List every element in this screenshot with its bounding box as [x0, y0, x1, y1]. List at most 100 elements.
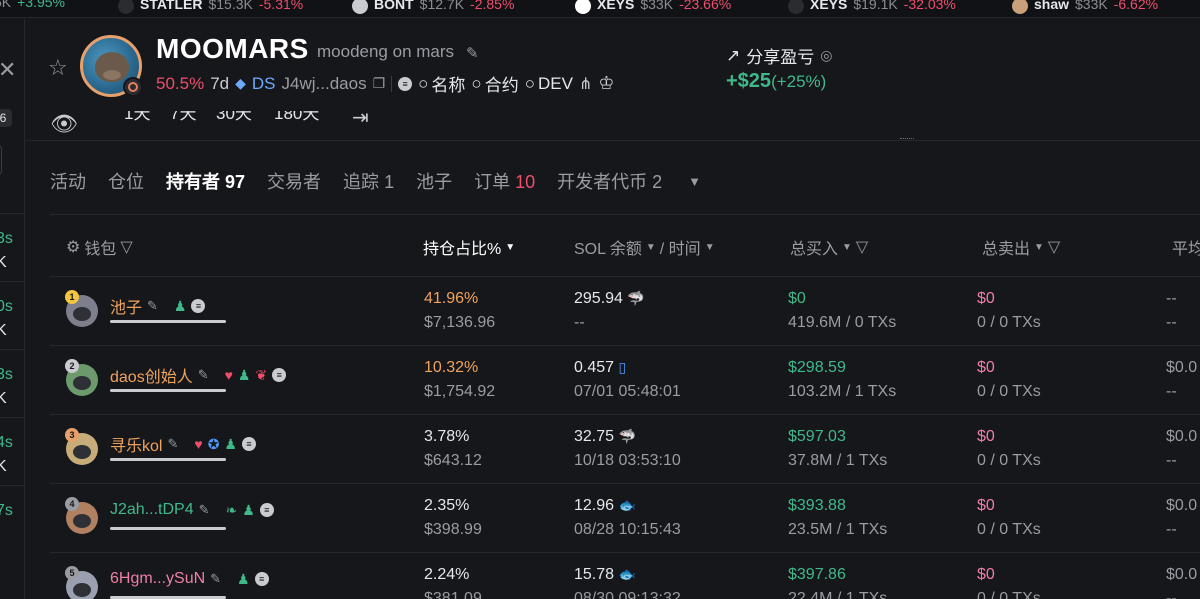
ticker-mcap: $15.3K — [208, 0, 253, 12]
wallet-label[interactable]: daos创始人 ✎ ♥ ♟ ❦ ≡ — [110, 363, 287, 387]
ticker-symbol: XEYS — [597, 0, 635, 12]
star-icon[interactable]: ☆ — [48, 55, 68, 81]
bought-detail: 37.8M / 1 TXs — [788, 452, 888, 469]
edit-pen-icon[interactable]: ✎ — [198, 367, 209, 383]
search-contract-link[interactable]: ○ 合约 — [471, 71, 518, 96]
ticker-item[interactable]: 5K +3.95% — [0, 0, 65, 10]
tab-6[interactable]: 订单 10 — [474, 168, 535, 194]
edit-pen-icon[interactable]: ✎ — [210, 571, 221, 587]
sidebar-watch-item[interactable]: 3sK — [0, 227, 13, 275]
ticker-item[interactable]: BONT $12.7K -2.85% — [352, 0, 514, 14]
edit-pen-icon[interactable]: ✎ — [147, 298, 158, 314]
ticker-symbol: XEYS — [810, 0, 848, 12]
filter-icon[interactable]: ▽ — [1048, 237, 1060, 257]
bought-detail: 103.2M / 1 TXs — [788, 383, 897, 400]
col-total-bought[interactable]: 总买入 ▼ ▽ — [790, 235, 868, 259]
sidebar-watch-item[interactable]: 0sK — [0, 295, 13, 343]
eye-icon[interactable]: ◎ — [820, 47, 832, 64]
table-row[interactable]: 4 J2ah...tDP4 ✎ ❧ ♟ ≡ 2.35% $398.99 12.96 🐟 08/28… — [50, 484, 1200, 553]
table-row[interactable]: 3 寻乐kol ✎ ♥ ✪ ♟ ≡ 3.78% $643.12 32.75 🦈 10/18 03:5… — [50, 415, 1200, 484]
holding-bar — [110, 320, 226, 323]
sidebar-watch-item[interactable]: 4sK — [0, 431, 13, 479]
table-row[interactable]: 5 6Hgm...ySuN ✎ ♟ ≡ 2.24% $381.09 15.78 🐟 08/30 … — [50, 553, 1200, 599]
search-dev-link[interactable]: ○ DEV — [525, 74, 573, 94]
edit-pen-icon[interactable]: ✎ — [466, 44, 479, 62]
heart-icon: ♥ — [194, 436, 203, 452]
tf-1d[interactable]: 1天 — [124, 111, 150, 124]
holding-pct: 2.35% — [424, 497, 470, 514]
copy-icon[interactable]: ❐ — [373, 75, 386, 92]
token-icon — [788, 0, 804, 14]
ticker-item[interactable]: XEYS $19.1K -32.03% — [788, 0, 956, 14]
ticker-item[interactable]: STATLER $15.3K -5.31% — [118, 0, 303, 14]
whale-icon: 🐟 — [618, 566, 636, 582]
last-time: -- — [574, 314, 585, 331]
tab-7[interactable]: 开发者代币 2 — [557, 168, 662, 194]
col-holding[interactable]: 持仓占比% ▼ — [423, 235, 515, 259]
tf-7d[interactable]: 7天 — [170, 111, 196, 124]
edit-pen-icon[interactable]: ✎ — [199, 502, 210, 518]
divider — [0, 213, 24, 214]
table-header: ⚙ 钱包 ▽ 持仓占比% ▼ SOL 余额 ▼ / 时间 ▼ 总买入 ▼ ▽ 总卖出 ▼ … — [50, 215, 1200, 277]
col-sol-balance[interactable]: SOL 余额 ▼ / 时间 ▼ — [574, 235, 715, 259]
share-nodes-icon[interactable]: ⋔ — [579, 74, 592, 94]
ticker-item[interactable]: XEYS $33K -23.66% — [575, 0, 731, 14]
crown-icon[interactable]: ♔ — [598, 73, 614, 94]
search-icon: ○ — [471, 73, 482, 93]
tab-0[interactable]: 活动 — [50, 168, 86, 194]
total-sold: $0 — [977, 290, 995, 307]
ticker-symbol: BONT — [374, 0, 414, 12]
share-pnl-button[interactable]: ↗ 分享盈亏 ◎ — [726, 43, 832, 68]
col-total-sold[interactable]: 总卖出 ▼ ▽ — [982, 235, 1060, 259]
resize-handle[interactable] — [900, 138, 914, 141]
contract-address[interactable]: J4wj...daos — [282, 74, 367, 94]
filter-icon[interactable]: ▽ — [120, 237, 132, 257]
sidebar-watch-item[interactable]: 3sK — [0, 363, 13, 411]
col-average[interactable]: 平均 — [1172, 235, 1200, 259]
edit-pen-icon[interactable]: ✎ — [167, 436, 178, 452]
divider — [0, 485, 24, 486]
search-name-link[interactable]: ○ 名称 — [418, 71, 465, 96]
sort-caret-icon: ▼ — [704, 241, 715, 253]
col-wallet[interactable]: ⚙ 钱包 ▽ — [66, 235, 133, 259]
sidebar-watch-item[interactable]: 7s — [0, 499, 13, 523]
feather-icon: ❦ — [255, 366, 268, 383]
wallet-label[interactable]: 6Hgm...ySuN ✎ ♟ ≡ — [110, 570, 269, 588]
total-bought: $597.03 — [788, 428, 846, 445]
eye-icon[interactable]: 👁 — [50, 111, 78, 137]
filter-icon[interactable]: ▽ — [856, 237, 868, 257]
holding-usd: $7,136.96 — [424, 314, 496, 331]
ticker-mcap: $12.7K — [419, 0, 465, 12]
tab-5[interactable]: 池子 — [416, 168, 452, 194]
wallet-label[interactable]: 寻乐kol ✎ ♥ ✪ ♟ ≡ — [110, 432, 256, 456]
tf-30d[interactable]: 30天 — [216, 111, 252, 124]
avg-sub: -- — [1166, 314, 1177, 331]
divider — [0, 349, 24, 350]
export-icon[interactable]: ⇥ — [352, 111, 369, 130]
last-time: 08/30 09:13:32 — [574, 590, 681, 599]
more-tabs-chevron-down-icon[interactable]: ▼ — [688, 174, 701, 189]
sol-icon: ≡ — [254, 572, 269, 586]
whale-icon: 🐟 — [618, 497, 636, 513]
whale-icon: ▯ — [618, 359, 627, 375]
table-row[interactable]: 2 daos创始人 ✎ ♥ ♟ ❦ ≡ 10.32% $1,754.92 0.457 ▯ 07/01… — [50, 346, 1200, 415]
rank-badge: 5 — [65, 566, 79, 580]
sold-detail: 0 / 0 TXs — [977, 590, 1041, 599]
tab-3[interactable]: 交易者 — [267, 168, 321, 194]
wallet-label[interactable]: J2ah...tDP4 ✎ ❧ ♟ ≡ — [110, 501, 274, 519]
table-row[interactable]: 1 池子 ✎ ♟ ≡ 41.96% $7,136.96 295.94 🦈 -- $0 419.6M … — [50, 277, 1200, 346]
ticker-item[interactable]: shaw $33K -6.62% — [1012, 0, 1158, 14]
tf-180d[interactable]: 180天 — [274, 111, 319, 124]
gear-icon[interactable]: ⚙ — [66, 237, 80, 257]
tab-2[interactable]: 持有者 97 — [166, 168, 245, 194]
wallet-label[interactable]: 池子 ✎ ♟ ≡ — [110, 294, 206, 318]
total-sold: $0 — [977, 359, 995, 376]
holding-pct: 3.78% — [424, 428, 470, 445]
last-time: 10/18 03:53:10 — [574, 452, 681, 469]
close-icon[interactable]: ✕ — [0, 57, 16, 83]
tab-1[interactable]: 仓位 — [108, 168, 144, 194]
search-icon: ○ — [418, 73, 429, 93]
tab-4[interactable]: 追踪 1 — [343, 168, 394, 194]
sidebar-input-box[interactable] — [0, 145, 2, 175]
tab-bar: 活动 仓位 持有者 97 交易者 追踪 1 池子 订单 10 开发者代币 2 ▼ — [50, 168, 701, 194]
